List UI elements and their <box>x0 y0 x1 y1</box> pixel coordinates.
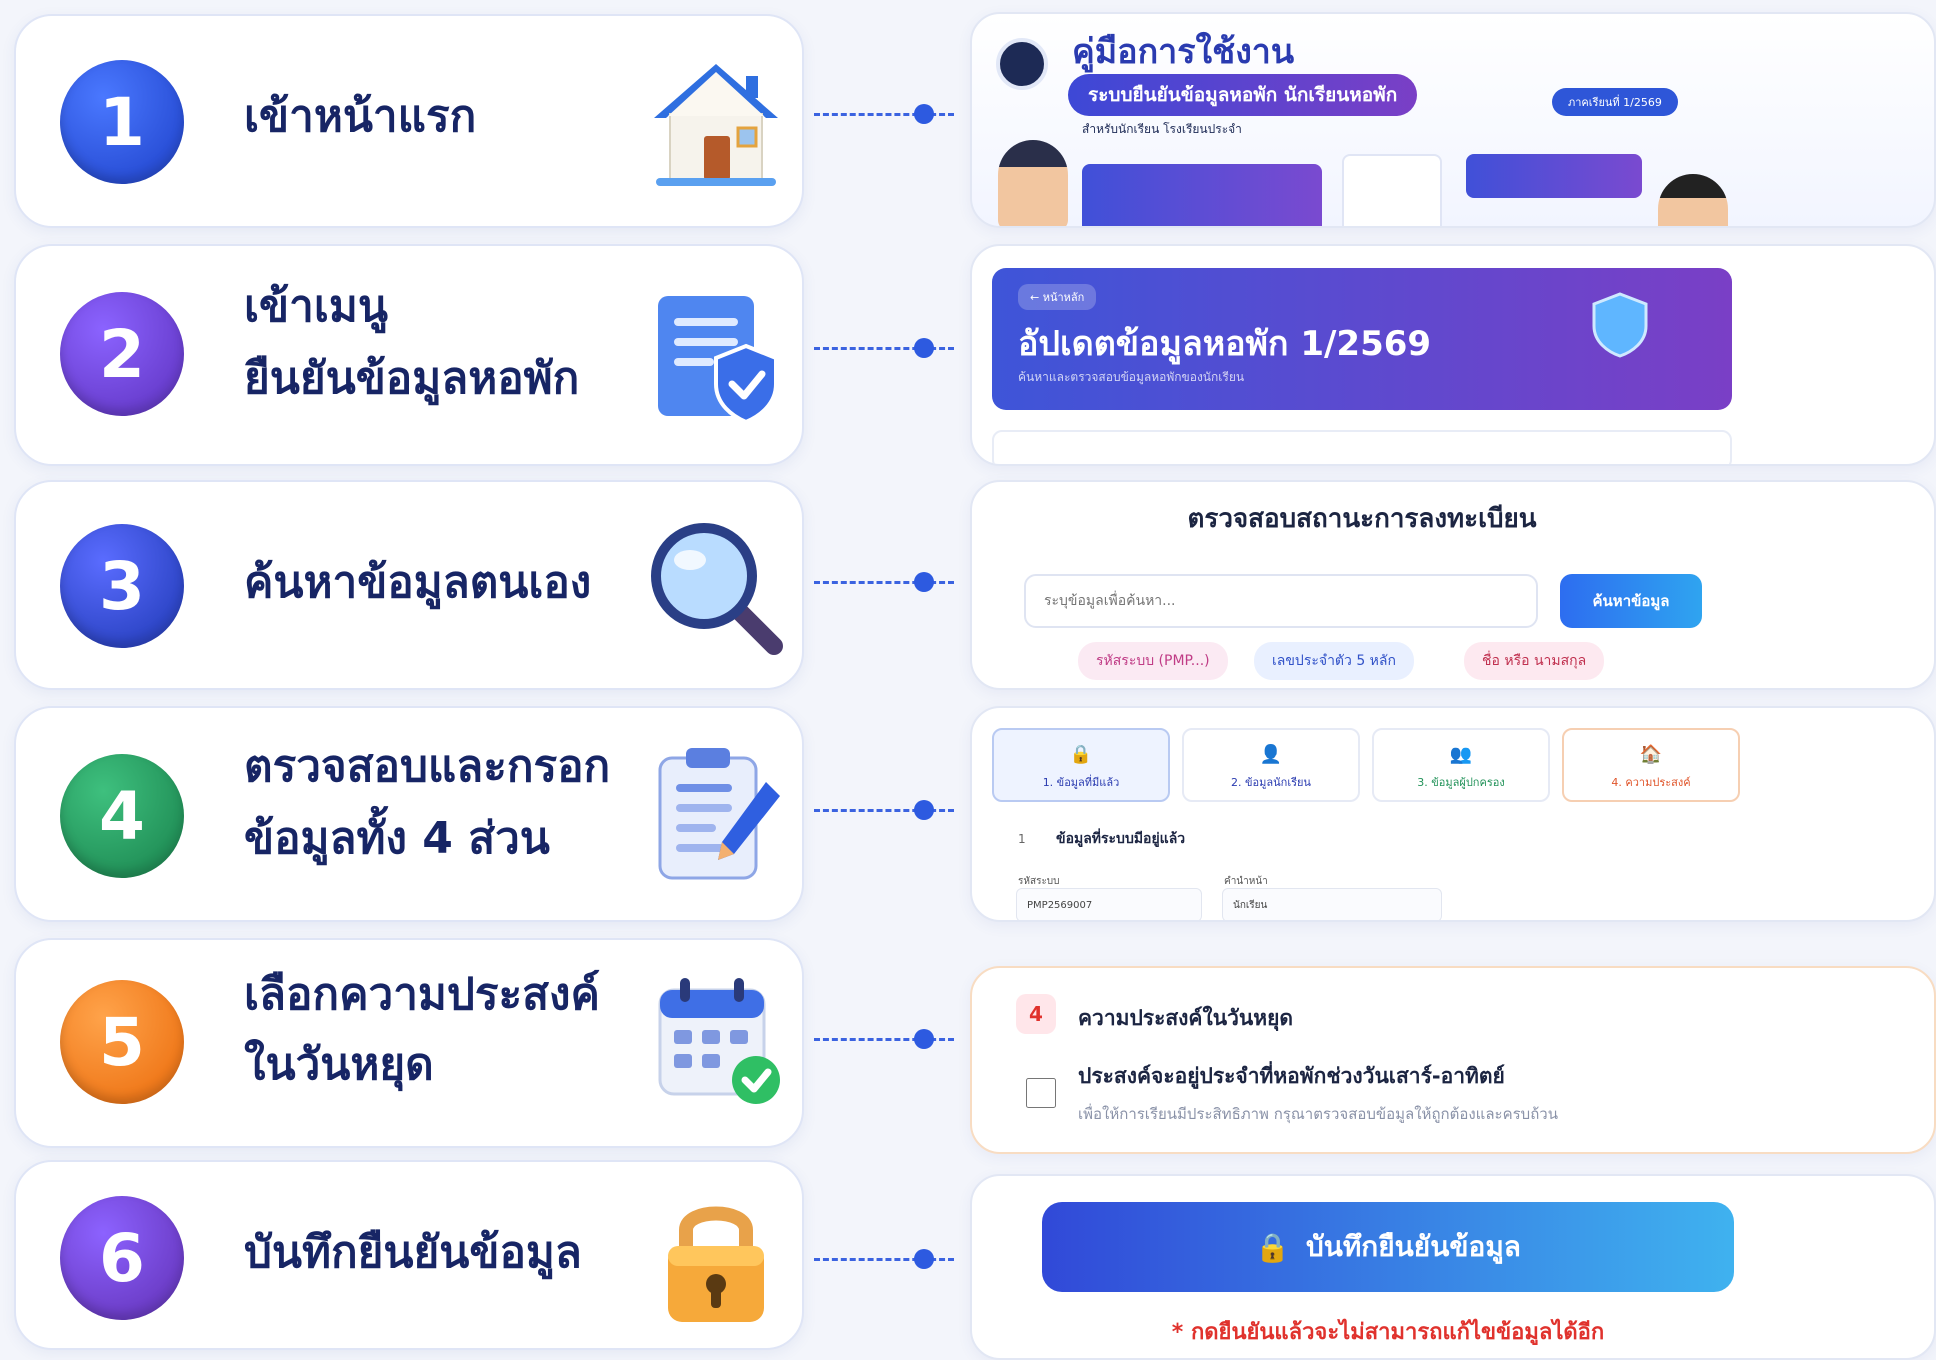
magnifier-icon <box>646 518 786 658</box>
field-label-system-id: รหัสระบบ <box>1018 876 1060 887</box>
step-card-2: 2 เข้าเมนู ยืนยันข้อมูลหอพัก <box>14 244 804 466</box>
chip-student-id[interactable]: เลขประจำตัว 5 หลัก <box>1254 642 1414 680</box>
guardian-icon: 👥 <box>1449 744 1473 765</box>
tab-label: 1. ข้อมูลที่มีแล้ว <box>1042 776 1120 789</box>
step-title: เข้าเมนู <box>244 281 388 332</box>
tab-preference[interactable]: 🏠 4. ความประสงค์ <box>1562 728 1740 802</box>
step-title-line2: ในวันหยุด <box>244 1039 434 1090</box>
banner-title: อัปเดตข้อมูลหอพัก 1/2569 <box>1018 324 1432 364</box>
step-row-4: 4 ตรวจสอบและกรอก ข้อมูลทั้ง 4 ส่วน 🔒 1. … <box>0 702 1936 928</box>
warning-text: * กดยืนยันแล้วจะไม่สามารถแก้ไขข้อมูลได้อ… <box>1171 1320 1605 1345</box>
house-icon <box>646 52 786 192</box>
tab-label: 4. ความประสงค์ <box>1611 776 1691 789</box>
update-banner: ← หน้าหลัก อัปเดตข้อมูลหอพัก 1/2569 ค้นห… <box>992 268 1732 410</box>
connector-dot <box>914 1029 934 1049</box>
step-card-6: 6 บันทึกยืนยันข้อมูล <box>14 1160 804 1350</box>
connector-dot <box>914 800 934 820</box>
calendar-check-icon <box>646 972 786 1112</box>
step-title: บันทึกยืนยันข้อมูล <box>244 1227 582 1278</box>
preference-screenshot: 4 ความประสงค์ในวันหยุด ประสงค์จะอยู่ประจ… <box>970 966 1936 1154</box>
homepage-screenshot: คู่มือการใช้งาน ระบบยืนยันข้อมูลหอพัก นั… <box>970 12 1936 228</box>
connector-dot <box>914 1249 934 1269</box>
field-label-prefix: คำนำหน้า <box>1224 876 1268 887</box>
school-logo <box>996 38 1048 90</box>
system-id-field[interactable] <box>1016 888 1202 920</box>
clipboard-pencil-icon <box>646 744 786 884</box>
student-icon: 👤 <box>1259 744 1283 765</box>
save-button-label: บันทึกยืนยันข้อมูล <box>1305 1230 1521 1263</box>
content-placeholder <box>992 430 1732 464</box>
tab-existing-data[interactable]: 🔒 1. ข้อมูลที่มีแล้ว <box>992 728 1170 802</box>
lock-icon: 🔒 <box>1255 1230 1290 1264</box>
preview-panel-right <box>1466 154 1642 198</box>
chip-name[interactable]: ชื่อ หรือ นามสกุล <box>1464 642 1605 680</box>
student-avatar-girl <box>1658 174 1728 226</box>
step-row-6: 6 บันทึกยืนยันข้อมูล 🔒 บันทึกยืนยันข้อมู… <box>0 1160 1936 1360</box>
home-icon: 🏠 <box>1639 744 1663 765</box>
save-screenshot: 🔒 บันทึกยืนยันข้อมูล * กดยืนยันแล้วจะไม่… <box>970 1174 1936 1360</box>
section-title: ข้อมูลที่ระบบมีอยู่แล้ว <box>1056 831 1186 847</box>
tab-label: 2. ข้อมูลนักเรียน <box>1231 776 1311 789</box>
step-number-badge: 1 <box>60 60 184 184</box>
save-confirm-button[interactable]: 🔒 บันทึกยืนยันข้อมูล <box>1042 1202 1734 1292</box>
system-caption: สำหรับนักเรียน โรงเรียนประจำ <box>1082 122 1242 136</box>
step-row-1: 1 เข้าหน้าแรก คู่มือการใช้งาน ระบบยืนยัน… <box>0 8 1936 232</box>
document-shield-icon <box>646 288 786 428</box>
weekend-stay-checkbox[interactable] <box>1026 1078 1056 1108</box>
section-title: ความประสงค์ในวันหยุด <box>1078 1006 1294 1030</box>
preview-panel-left <box>1082 164 1322 226</box>
section-number-badge: 4 <box>1016 994 1056 1034</box>
step-title: ตรวจสอบและกรอก <box>244 741 611 792</box>
student-avatar-boy <box>998 140 1068 226</box>
step-number-badge: 6 <box>60 1196 184 1320</box>
step-title: เลือกความประสงค์ <box>244 969 600 1020</box>
step-title: เข้าหน้าแรก <box>244 91 477 142</box>
step-card-5: 5 เลือกความประสงค์ ในวันหยุด <box>14 938 804 1148</box>
tab-guardian-data[interactable]: 👥 3. ข้อมูลผู้ปกครอง <box>1372 728 1550 802</box>
preview-panel-mid <box>1342 154 1442 226</box>
step-card-4: 4 ตรวจสอบและกรอก ข้อมูลทั้ง 4 ส่วน <box>14 706 804 922</box>
padlock-icon <box>646 1188 786 1328</box>
step-number-badge: 5 <box>60 980 184 1104</box>
connector-dot <box>914 572 934 592</box>
step-title: ค้นหาข้อมูลตนเอง <box>244 557 592 608</box>
connector-dot <box>914 338 934 358</box>
connector-dot <box>914 104 934 124</box>
step-title-line2: ข้อมูลทั้ง 4 ส่วน <box>244 813 550 864</box>
form-tabs-screenshot: 🔒 1. ข้อมูลที่มีแล้ว 👤 2. ข้อมูลนักเรียน… <box>970 706 1936 922</box>
semester-badge[interactable]: ภาคเรียนที่ 1/2569 <box>1552 88 1678 116</box>
search-button[interactable]: ค้นหาข้อมูล <box>1560 574 1702 628</box>
step-row-2: 2 เข้าเมนู ยืนยันข้อมูลหอพัก ← หน้าหลัก … <box>0 240 1936 470</box>
system-subtitle: ระบบยืนยันข้อมูลหอพัก นักเรียนหอพัก <box>1068 74 1418 116</box>
banner-description: ค้นหาและตรวจสอบข้อมูลหอพักของนักเรียน <box>1018 370 1245 384</box>
step-card-3: 3 ค้นหาข้อมูลตนเอง <box>14 480 804 690</box>
section-number: 1 <box>1018 832 1026 846</box>
search-input[interactable] <box>1024 574 1538 628</box>
chip-system-id[interactable]: รหัสระบบ (PMP...) <box>1078 642 1228 680</box>
shield-icon <box>1592 292 1648 362</box>
search-screenshot: ตรวจสอบสถานะการลงทะเบียน ค้นหาข้อมูล รหั… <box>970 480 1936 690</box>
step-number-badge: 2 <box>60 292 184 416</box>
step-row-5: 5 เลือกความประสงค์ ในวันหยุด 4 ความประสง… <box>0 934 1936 1160</box>
step-number-badge: 4 <box>60 754 184 878</box>
back-button[interactable]: ← หน้าหลัก <box>1018 284 1097 310</box>
step-number-badge: 3 <box>60 524 184 648</box>
step-card-1: 1 เข้าหน้าแรก <box>14 14 804 228</box>
prefix-field[interactable] <box>1222 888 1442 920</box>
lock-icon: 🔒 <box>1069 744 1093 765</box>
option-description: เพื่อให้การเรียนมีประสิทธิภาพ กรุณาตรวจส… <box>1078 1105 1558 1123</box>
option-label: ประสงค์จะอยู่ประจำที่หอพักช่วงวันเสาร์-อ… <box>1078 1064 1505 1088</box>
step-title-line2: ยืนยันข้อมูลหอพัก <box>244 353 580 404</box>
menu-screenshot: ← หน้าหลัก อัปเดตข้อมูลหอพัก 1/2569 ค้นห… <box>970 244 1936 466</box>
step-row-3: 3 ค้นหาข้อมูลตนเอง ตรวจสอบสถานะการลงทะเบ… <box>0 476 1936 696</box>
tab-student-data[interactable]: 👤 2. ข้อมูลนักเรียน <box>1182 728 1360 802</box>
search-section-title: ตรวจสอบสถานะการลงทะเบียน <box>1187 504 1537 534</box>
tab-label: 3. ข้อมูลผู้ปกครอง <box>1417 776 1505 789</box>
manual-title: คู่มือการใช้งาน <box>1072 32 1295 72</box>
